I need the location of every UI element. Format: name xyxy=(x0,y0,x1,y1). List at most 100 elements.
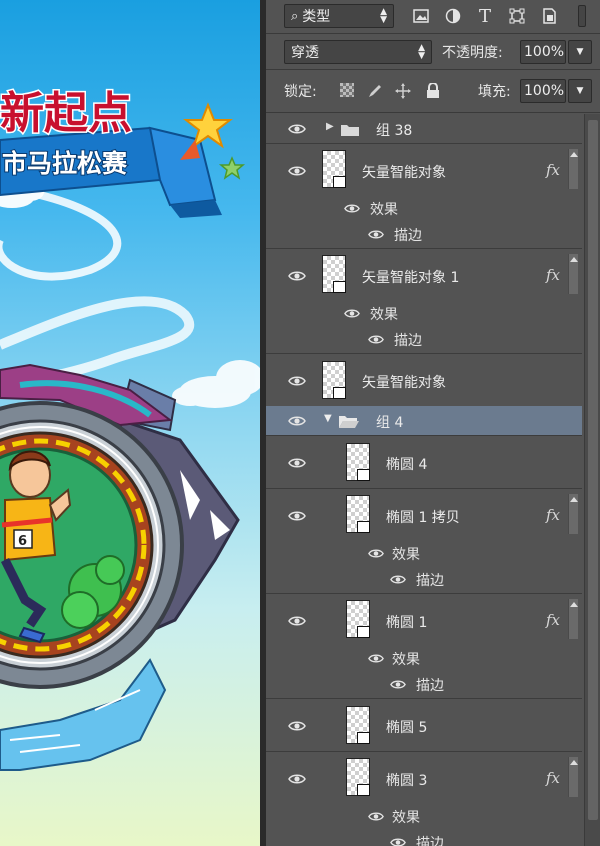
updown-arrow-icon: ▲ ▼ xyxy=(380,7,387,25)
shape-filter-icon[interactable] xyxy=(506,5,528,27)
layer-name: 矢量智能对象 1 xyxy=(362,270,460,286)
visibility-eye-icon[interactable] xyxy=(288,457,306,469)
layer-row-ellipse-1-copy[interactable]: 椭圆 1 拷贝 fx 效果 描边 xyxy=(266,490,582,594)
smart-object-badge-icon xyxy=(333,387,346,399)
stroke-visibility-eye-icon[interactable] xyxy=(390,679,406,690)
fx-icon[interactable]: fx xyxy=(546,506,560,524)
visibility-eye-icon[interactable] xyxy=(288,270,306,282)
expand-arrow-down-icon[interactable]: ▼ xyxy=(324,413,332,424)
visibility-eye-icon[interactable] xyxy=(288,720,306,732)
opacity-input[interactable]: 100% xyxy=(520,40,566,64)
layer-row-ellipse-3[interactable]: 椭圆 3 fx 效果 描边 xyxy=(266,753,582,846)
adjustment-filter-icon[interactable] xyxy=(442,5,464,27)
effects-scroll-indicator[interactable] xyxy=(568,599,578,639)
effects-label: 效果 xyxy=(392,810,420,826)
visibility-eye-icon[interactable] xyxy=(288,375,306,387)
expand-arrow-right-icon[interactable]: ▶ xyxy=(326,121,334,132)
layer-name: 组 4 xyxy=(376,415,404,431)
layers-scrollbar[interactable] xyxy=(584,114,600,846)
scrollbar-thumb[interactable] xyxy=(588,120,598,820)
layers-list[interactable]: ▶ 组 38 矢量智能对象 fx 效果 描边 矢量智能对象 1 fx 效果 描边… xyxy=(266,114,600,846)
poster-artwork: 6 新起点 市马拉松赛 xyxy=(0,87,260,771)
document-canvas[interactable]: 6 新起点 市马拉松赛 xyxy=(0,0,260,846)
folder-icon xyxy=(341,125,359,136)
smart-object-filter-icon[interactable] xyxy=(538,5,560,27)
layers-panel: ⌕ 类型 ▲ ▼ T 穿透 ▲ ▼ 不透明度: 100% ▼ 锁定: 填充: 1… xyxy=(266,0,600,846)
open-folder-icon xyxy=(339,416,359,428)
visibility-eye-icon[interactable] xyxy=(288,510,306,522)
layer-thumbnail xyxy=(346,495,370,533)
visibility-eye-icon[interactable] xyxy=(288,773,306,785)
effects-label: 效果 xyxy=(392,652,420,668)
search-icon: ⌕ xyxy=(291,8,299,24)
banner-title: 新起点 xyxy=(0,88,132,139)
filter-kind-label: 类型 xyxy=(302,9,331,25)
filter-row: ⌕ 类型 ▲ ▼ T xyxy=(266,3,600,29)
visibility-eye-icon[interactable] xyxy=(288,615,306,627)
blend-mode-select[interactable]: 穿透 ▲ ▼ xyxy=(284,40,432,64)
stroke-effect-label[interactable]: 描边 xyxy=(416,833,444,846)
lock-transparency-icon[interactable] xyxy=(340,83,354,97)
effects-scroll-indicator[interactable] xyxy=(568,149,578,189)
layer-thumbnail xyxy=(322,361,346,399)
layer-row-group-38[interactable]: ▶ 组 38 xyxy=(266,114,582,144)
fx-icon[interactable]: fx xyxy=(546,769,560,787)
cloud-right xyxy=(172,360,260,408)
ribbon-text: 市马拉松赛 xyxy=(2,149,128,178)
layer-thumbnail xyxy=(346,443,370,481)
stroke-visibility-eye-icon[interactable] xyxy=(368,229,384,240)
layer-row-ellipse-4[interactable]: 椭圆 4 xyxy=(266,437,582,489)
stroke-visibility-eye-icon[interactable] xyxy=(368,334,384,345)
effects-visibility-eye-icon[interactable] xyxy=(344,203,360,214)
layer-name: 组 38 xyxy=(376,123,413,139)
fx-icon[interactable]: fx xyxy=(546,611,560,629)
layer-row-group-4[interactable]: ▼ 组 4 xyxy=(266,406,582,436)
layer-row-smart-object-2[interactable]: 矢量智能对象 xyxy=(266,355,582,407)
filter-toggle-switch[interactable] xyxy=(578,5,586,27)
image-filter-icon[interactable] xyxy=(410,5,432,27)
stroke-effect-label[interactable]: 描边 xyxy=(394,330,422,350)
visibility-eye-icon[interactable] xyxy=(288,123,306,135)
filter-kind-select[interactable]: ⌕ 类型 ▲ ▼ xyxy=(284,4,394,28)
effects-visibility-eye-icon[interactable] xyxy=(368,548,384,559)
layer-name: 椭圆 5 xyxy=(386,720,428,736)
fill-input[interactable]: 100% xyxy=(520,79,566,103)
lock-row: 锁定: 填充: 100% ▼ xyxy=(266,78,600,104)
fill-label: 填充: xyxy=(478,84,511,100)
stroke-effect-label[interactable]: 描边 xyxy=(416,570,444,590)
layer-row-ellipse-5[interactable]: 椭圆 5 xyxy=(266,700,582,752)
layer-row-ellipse-1[interactable]: 椭圆 1 fx 效果 描边 xyxy=(266,595,582,699)
shape-layer-badge-icon xyxy=(357,784,370,796)
layer-name: 椭圆 4 xyxy=(386,457,428,473)
layer-name: 椭圆 1 拷贝 xyxy=(386,510,460,526)
layer-row-smart-object-1[interactable]: 矢量智能对象 1 fx 效果 描边 xyxy=(266,250,582,354)
stroke-visibility-eye-icon[interactable] xyxy=(390,837,406,846)
fx-icon[interactable]: fx xyxy=(546,161,560,179)
stroke-visibility-eye-icon[interactable] xyxy=(390,574,406,585)
visibility-eye-icon[interactable] xyxy=(288,415,306,427)
layer-row-smart-object[interactable]: 矢量智能对象 fx 效果 描边 xyxy=(266,145,582,249)
lock-position-move-icon[interactable] xyxy=(392,80,414,102)
effects-label: 效果 xyxy=(370,307,398,323)
effects-visibility-eye-icon[interactable] xyxy=(368,653,384,664)
effects-visibility-eye-icon[interactable] xyxy=(368,811,384,822)
effects-scroll-indicator[interactable] xyxy=(568,757,578,797)
fill-dropdown-button[interactable]: ▼ xyxy=(568,79,592,103)
opacity-dropdown-button[interactable]: ▼ xyxy=(568,40,592,64)
lock-all-padlock-icon[interactable] xyxy=(422,80,444,102)
stroke-effect-label[interactable]: 描边 xyxy=(416,675,444,695)
effects-visibility-eye-icon[interactable] xyxy=(344,308,360,319)
effects-scroll-indicator[interactable] xyxy=(568,254,578,294)
smart-object-badge-icon xyxy=(333,176,346,188)
shape-layer-badge-icon xyxy=(357,521,370,533)
shape-layer-badge-icon xyxy=(357,469,370,481)
fx-icon[interactable]: fx xyxy=(546,266,560,284)
stroke-effect-label[interactable]: 描边 xyxy=(394,225,422,245)
lock-pixels-brush-icon[interactable] xyxy=(364,80,386,102)
layer-thumbnail xyxy=(346,706,370,744)
type-filter-icon[interactable]: T xyxy=(474,5,496,27)
layer-thumbnail xyxy=(346,758,370,796)
visibility-eye-icon[interactable] xyxy=(288,165,306,177)
chevron-down-icon: ▼ xyxy=(576,47,584,57)
effects-scroll-indicator[interactable] xyxy=(568,494,578,534)
